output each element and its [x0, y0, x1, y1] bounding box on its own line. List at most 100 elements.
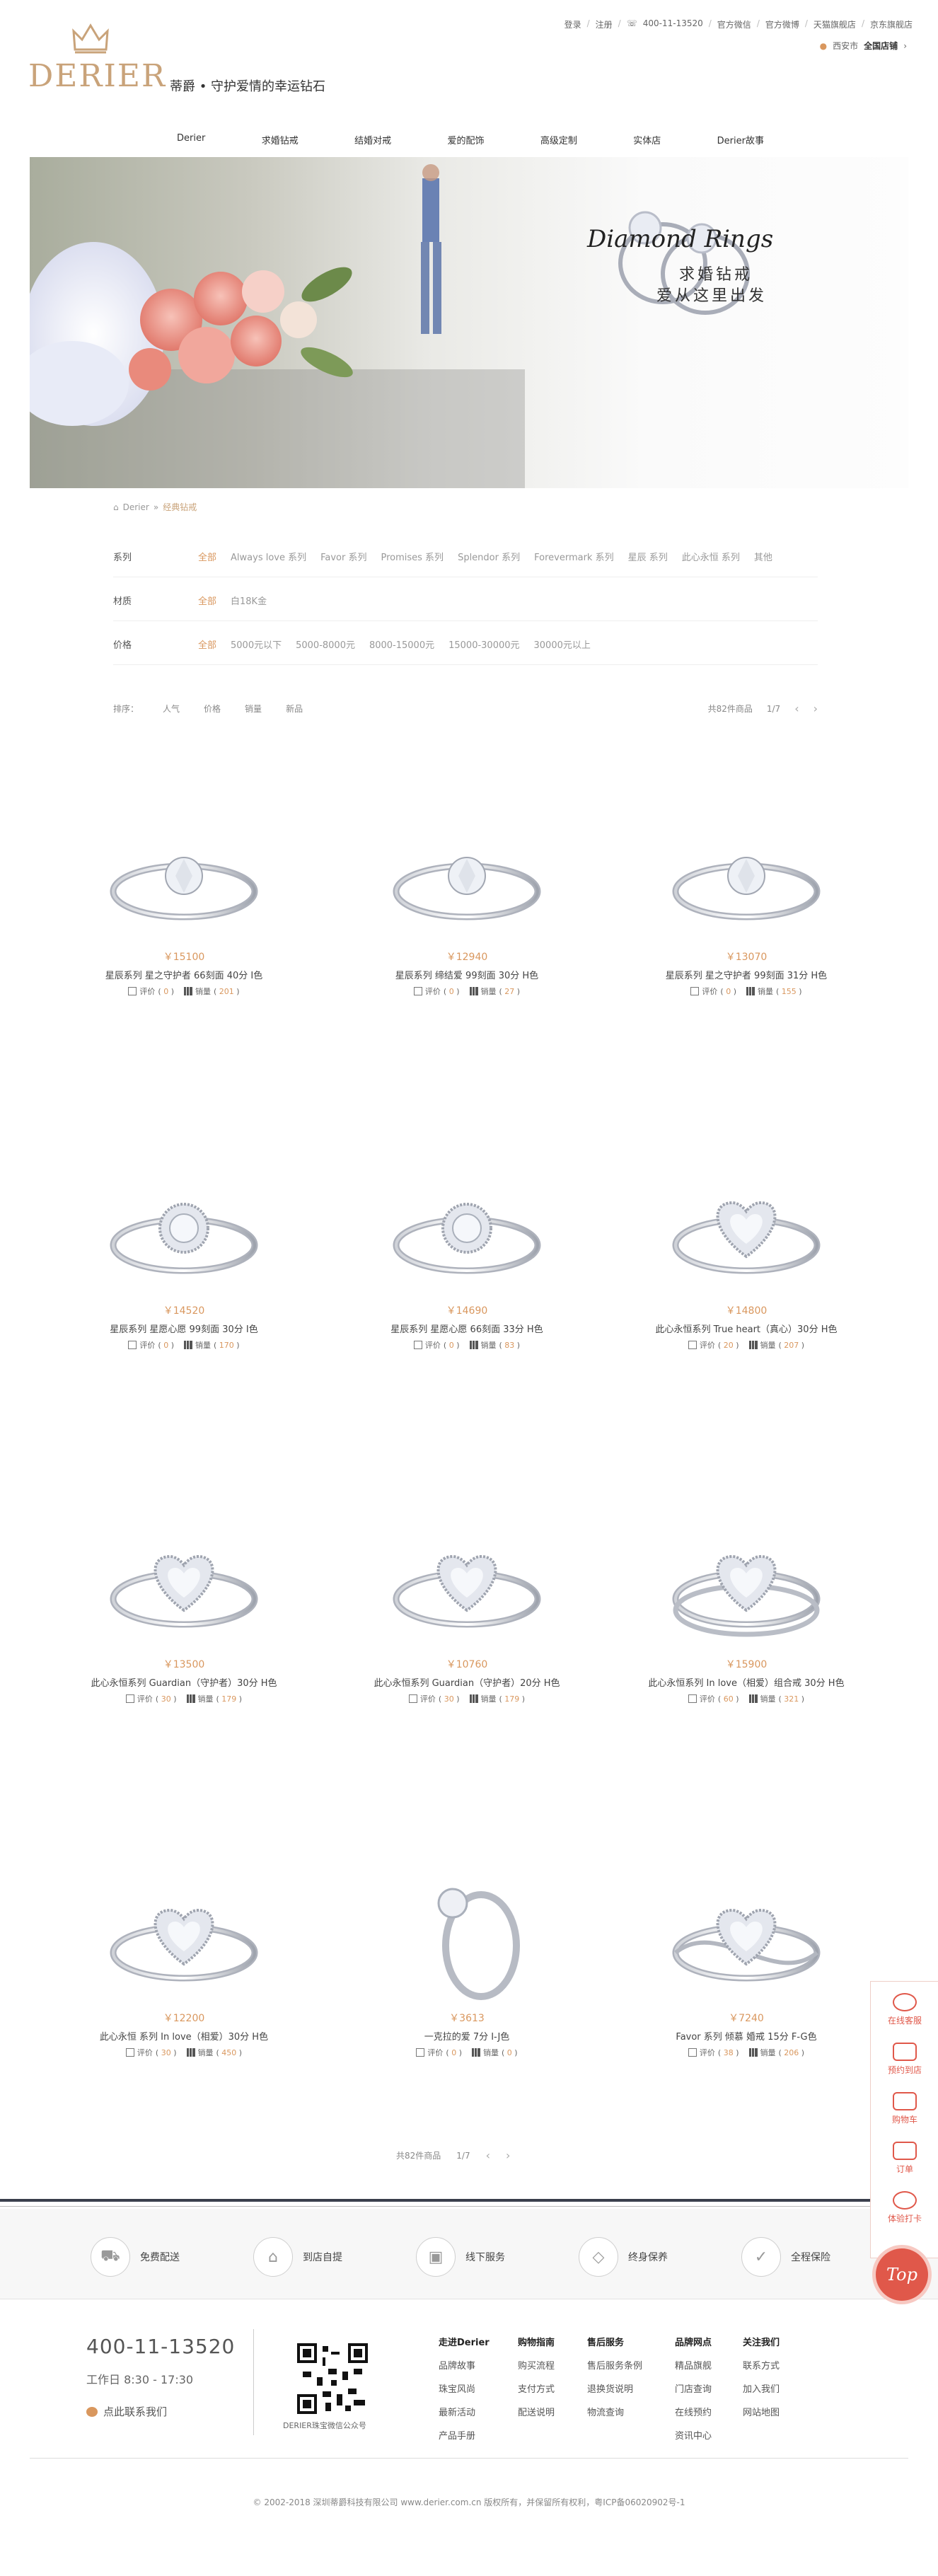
breadcrumb-home[interactable]: Derier [123, 502, 149, 512]
footer-link[interactable]: 网站地图 [743, 2405, 780, 2418]
footer-link[interactable]: 最新活动 [439, 2405, 490, 2418]
nav-accessories[interactable]: 爱的配饰 [447, 133, 484, 146]
sort-popularity[interactable]: 人气 [163, 703, 180, 715]
product-card[interactable]: ￥3613 一克拉的爱 7分 I-J色 评价( 0 ) 销量( 0 ) [361, 1875, 573, 2058]
next-page-icon[interactable]: › [506, 2149, 510, 2162]
product-name[interactable]: Favor 系列 倾慕 婚戒 15分 F-G色 [640, 2029, 852, 2043]
service-pickup[interactable]: ⌂ 到店自提 [253, 2237, 342, 2277]
filter-option[interactable]: 白18K金 [231, 594, 267, 607]
back-to-top-button[interactable]: Top [876, 2248, 928, 2301]
product-card[interactable]: ￥12200 此心永恒 系列 In love（相爱）30分 H色 评价( 30 ) 销… [78, 1875, 290, 2058]
product-name[interactable]: 星辰系列 星愿心愿 99刻面 30分 I色 [78, 1322, 290, 1335]
service-offline[interactable]: ▣ 线下服务 [416, 2237, 505, 2277]
footer-link[interactable]: 加入我们 [743, 2381, 780, 2395]
nav-proposal-rings[interactable]: 求婚钻戒 [262, 133, 299, 146]
filter-option[interactable]: 全部 [198, 594, 216, 607]
filter-option[interactable]: Splendor 系列 [458, 550, 520, 563]
footer-link[interactable]: 在线预约 [675, 2405, 712, 2418]
filter-option[interactable]: 30000元以上 [534, 637, 591, 651]
slogan: 蒂爵 • 守护爱情的幸运钻石 [170, 79, 326, 94]
tool-checkin[interactable]: 体验打卡 [871, 2191, 938, 2224]
footer-col-stores: 品牌网点 精品旗舰 门店查询 在线预约 资讯中心 [675, 2335, 712, 2451]
filter-option[interactable]: 星辰 系列 [628, 550, 668, 563]
tool-cart[interactable]: 购物车 [871, 2092, 938, 2125]
footer-link[interactable]: 退换货说明 [587, 2381, 642, 2395]
filter-option[interactable]: 5000-8000元 [296, 637, 355, 651]
filter-option[interactable]: 此心永恒 系列 [682, 550, 740, 563]
tool-appointment[interactable]: 预约到店 [871, 2043, 938, 2076]
filter-option[interactable]: Always love 系列 [231, 550, 306, 563]
product-name[interactable]: 一克拉的爱 7分 I-J色 [361, 2029, 573, 2043]
product-name[interactable]: 星辰系列 星愿心愿 66刻面 33分 H色 [361, 1322, 573, 1335]
filter-option[interactable]: Favor 系列 [320, 550, 366, 563]
filter-option[interactable]: 5000元以下 [231, 637, 282, 651]
product-card[interactable]: ￥15900 此心永恒系列 In love（相爱）组合戒 30分 H色 评价( 60… [640, 1521, 852, 1704]
product-name[interactable]: 此心永恒 系列 In love（相爱）30分 H色 [78, 2029, 290, 2043]
nav-custom[interactable]: 高级定制 [540, 133, 577, 146]
footer-link[interactable]: 售后服务条例 [587, 2358, 642, 2372]
footer-link[interactable]: 品牌故事 [439, 2358, 490, 2372]
filter-option[interactable]: 8000-15000元 [369, 637, 434, 651]
tool-online-service[interactable]: 在线客服 [871, 1993, 938, 2026]
nav-story[interactable]: Derier故事 [717, 133, 764, 146]
sort-sales[interactable]: 销量 [245, 703, 262, 715]
store-link[interactable]: 全国店铺 [864, 40, 898, 52]
product-card[interactable]: ￥10760 此心永恒系列 Guardian（守护者）20分 H色 评价( 30 )… [361, 1521, 573, 1704]
jd-link[interactable]: 京东旗舰店 [870, 18, 913, 30]
footer-link[interactable]: 产品手册 [439, 2428, 490, 2442]
sort-new[interactable]: 新品 [286, 703, 303, 715]
nav-stores[interactable]: 实体店 [633, 133, 661, 146]
prev-page-icon[interactable]: ‹ [486, 2149, 490, 2162]
product-card[interactable]: ￥13500 此心永恒系列 Guardian（守护者）30分 H色 评价( 30 )… [78, 1521, 290, 1704]
product-name[interactable]: 此心永恒系列 Guardian（守护者）20分 H色 [361, 1675, 573, 1689]
next-page-icon[interactable]: › [813, 702, 818, 715]
sort-price[interactable]: 价格 [204, 703, 221, 715]
register-link[interactable]: 注册 [596, 18, 613, 30]
product-card[interactable]: ￥14520 星辰系列 星愿心愿 99刻面 30分 I色 评价( 0 ) 销量( 17… [78, 1167, 290, 1351]
footer-link[interactable]: 门店查询 [675, 2381, 712, 2395]
service-free-shipping[interactable]: ⛟ 免费配送 [91, 2237, 180, 2277]
footer-link[interactable]: 购买流程 [518, 2358, 555, 2372]
logo[interactable]: DERIER [28, 21, 165, 99]
nav-derier[interactable]: Derier [177, 133, 205, 146]
filter-option[interactable]: Forevermark 系列 [534, 550, 613, 563]
product-card[interactable]: ￥15100 星辰系列 星之守护者 66刻面 40分 I色 评价( 0 ) 销量( 2… [78, 814, 290, 997]
product-name[interactable]: 星辰系列 星之守护者 66刻面 40分 I色 [78, 968, 290, 981]
product-name[interactable]: 星辰系列 缔结爱 99刻面 30分 H色 [361, 968, 573, 981]
footer-link[interactable]: 精品旗舰 [675, 2358, 712, 2372]
product-name[interactable]: 星辰系列 星之守护者 99刻面 31分 H色 [640, 968, 852, 981]
product-card[interactable]: ￥13070 星辰系列 星之守护者 99刻面 31分 H色 评价( 0 ) 销量( 1… [640, 814, 852, 997]
filter-option[interactable]: 15000-30000元 [448, 637, 519, 651]
login-link[interactable]: 登录 [564, 18, 581, 30]
footer-link[interactable]: 支付方式 [518, 2381, 555, 2395]
prev-page-icon[interactable]: ‹ [794, 702, 799, 715]
filter-option[interactable]: 全部 [198, 637, 216, 651]
product-name[interactable]: 此心永恒系列 Guardian（守护者）30分 H色 [78, 1675, 290, 1689]
footer-link[interactable]: 珠宝风尚 [439, 2381, 490, 2395]
filter-option[interactable]: 其他 [754, 550, 772, 563]
product-card[interactable]: ￥12940 星辰系列 缔结爱 99刻面 30分 H色 评价( 0 ) 销量( 27 … [361, 814, 573, 997]
product-name[interactable]: 此心永恒系列 True heart（真心）30分 H色 [640, 1322, 852, 1335]
filter-option[interactable]: 全部 [198, 550, 216, 563]
hotline-link[interactable]: 400-11-13520 [643, 18, 703, 30]
wechat-link[interactable]: 官方微信 [717, 18, 751, 30]
contact-link[interactable]: 点此联系我们 [86, 2404, 167, 2419]
product-card[interactable]: ￥7240 Favor 系列 倾慕 婚戒 15分 F-G色 评价( 38 ) 销量( … [640, 1875, 852, 2058]
product-name[interactable]: 此心永恒系列 In love（相爱）组合戒 30分 H色 [640, 1675, 852, 1689]
product-card[interactable]: ￥14800 此心永恒系列 True heart（真心）30分 H色 评价( 20 … [640, 1167, 852, 1351]
nav-wedding-rings[interactable]: 结婚对戒 [354, 133, 391, 146]
tool-orders[interactable]: 订单 [871, 2142, 938, 2175]
city-selector[interactable]: ● 西安市 全国店铺 › [820, 40, 907, 52]
footer-link[interactable]: 联系方式 [743, 2358, 780, 2372]
tmall-link[interactable]: 天猫旗舰店 [813, 18, 856, 30]
filter-option[interactable]: Promises 系列 [381, 550, 444, 563]
footer-link[interactable]: 资讯中心 [675, 2428, 712, 2442]
footer-link[interactable]: 配送说明 [518, 2405, 555, 2418]
service-maintenance[interactable]: ◇ 终身保养 [579, 2237, 668, 2277]
hero-banner[interactable]: Diamond Rings 求婚钻戒 爱从这里出发 [30, 157, 908, 488]
footer-link[interactable]: 物流查询 [587, 2405, 642, 2418]
service-insurance[interactable]: ✓ 全程保险 [741, 2237, 830, 2277]
weibo-link[interactable]: 官方微博 [765, 18, 799, 30]
product-price: ￥14800 [725, 1305, 768, 1317]
product-card[interactable]: ￥14690 星辰系列 星愿心愿 66刻面 33分 H色 评价( 0 ) 销量( 83… [361, 1167, 573, 1351]
